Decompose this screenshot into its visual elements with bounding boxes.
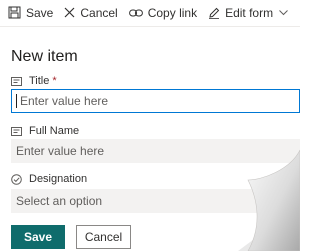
save-button[interactable]: Save — [11, 225, 65, 249]
toolbar-save-label: Save — [26, 5, 54, 20]
toolbar-cancel-button[interactable]: Cancel — [64, 0, 118, 25]
full-name-input[interactable]: Enter value here — [11, 139, 300, 163]
title-input[interactable]: Enter value here — [11, 89, 300, 113]
choice-icon — [11, 173, 22, 185]
title-field-label: Title * — [11, 75, 57, 87]
chevron-down-icon — [279, 9, 288, 15]
edit-form-button[interactable]: Edit form — [208, 0, 288, 25]
full-name-label-text: Full Name — [29, 125, 80, 137]
edit-form-label: Edit form — [225, 5, 274, 20]
pencil-icon — [209, 7, 220, 19]
cancel-button[interactable]: Cancel — [76, 225, 131, 249]
full-name-input-placeholder: Enter value here — [16, 144, 105, 158]
form-title: New item — [11, 48, 78, 65]
designation-select[interactable]: Select an option — [11, 189, 300, 213]
save-icon — [8, 6, 21, 19]
text-caret — [16, 94, 17, 108]
designation-field-label: Designation — [11, 173, 87, 185]
full-name-field-label: Full Name — [11, 125, 79, 137]
required-marker: * — [52, 75, 57, 87]
close-icon — [64, 7, 75, 18]
designation-label-text: Designation — [29, 173, 88, 185]
text-field-icon — [11, 76, 22, 86]
link-icon — [128, 9, 143, 16]
command-bar: Save Cancel Copy link Edit form — [0, 0, 300, 25]
title-input-placeholder: Enter value here — [20, 94, 109, 108]
toolbar-cancel-label: Cancel — [80, 5, 118, 20]
toolbar-divider — [0, 26, 300, 27]
copy-link-label: Copy link — [147, 5, 198, 20]
designation-select-placeholder: Select an option — [16, 194, 103, 208]
copy-link-button[interactable]: Copy link — [128, 0, 198, 25]
text-field-icon — [11, 126, 22, 136]
title-label-text: Title — [29, 75, 50, 87]
toolbar-save-button[interactable]: Save — [8, 0, 53, 25]
